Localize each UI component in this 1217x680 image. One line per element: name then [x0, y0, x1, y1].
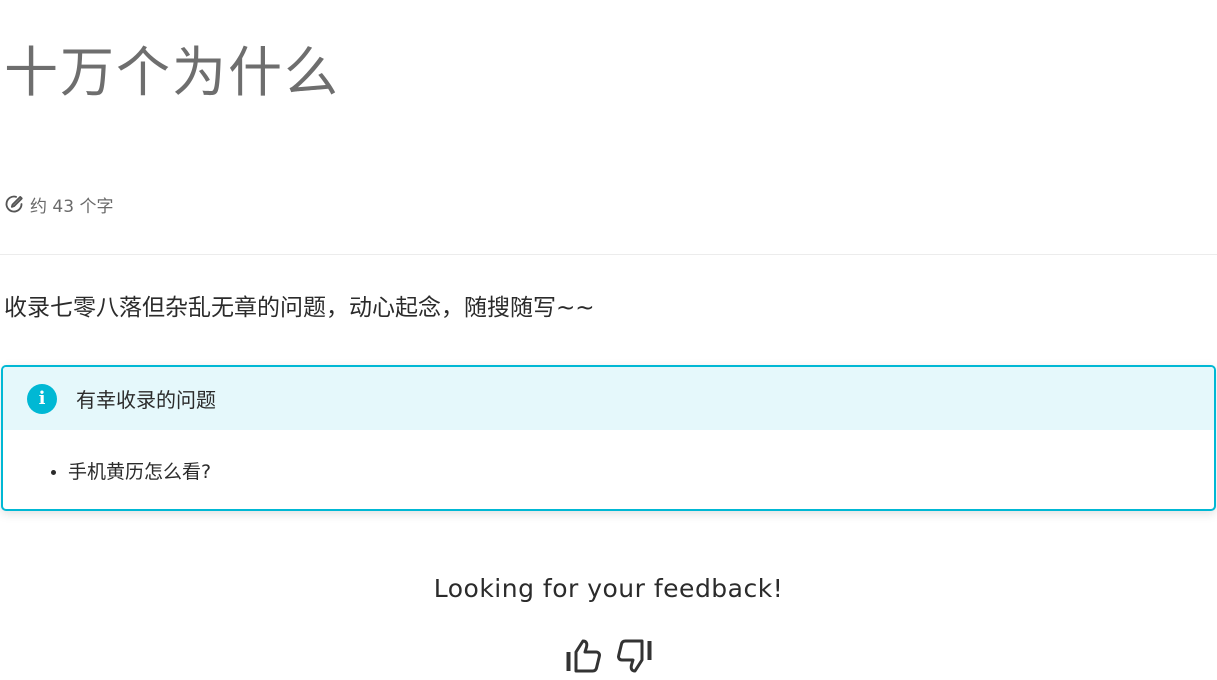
info-circle-icon: i	[27, 383, 57, 414]
thumbs-up-button[interactable]	[564, 638, 602, 678]
thumbs-down-button[interactable]	[616, 638, 654, 678]
list-item: 手机黄历怎么看?	[68, 458, 1214, 486]
feedback-title: Looking for your feedback!	[433, 574, 784, 603]
page-title: 十万个为什么	[4, 41, 340, 104]
divider	[0, 254, 1217, 255]
info-admonition: i 有幸收录的问题 手机黄历怎么看?	[1, 365, 1216, 511]
edit-circle-icon	[4, 194, 24, 214]
feedback-buttons	[0, 638, 1217, 678]
word-count-meta: 约 43 个字	[4, 192, 114, 217]
admonition-body: 手机黄历怎么看?	[3, 430, 1214, 486]
admonition-header[interactable]: i 有幸收录的问题	[3, 367, 1214, 430]
thumbs-up-icon	[564, 638, 602, 678]
intro-paragraph: 收录七零八落但杂乱无章的问题，动心起念，随搜随写~~	[4, 295, 595, 321]
thumbs-down-icon	[616, 638, 654, 678]
word-count-text: 约 43 个字	[30, 196, 114, 217]
page: 十万个为什么 约 43 个字 收录七零八落但杂乱无章的问题，动心起念，随搜随写~…	[0, 0, 1217, 680]
admonition-title: 有幸收录的问题	[76, 388, 216, 412]
question-list: 手机黄历怎么看?	[47, 458, 1214, 486]
